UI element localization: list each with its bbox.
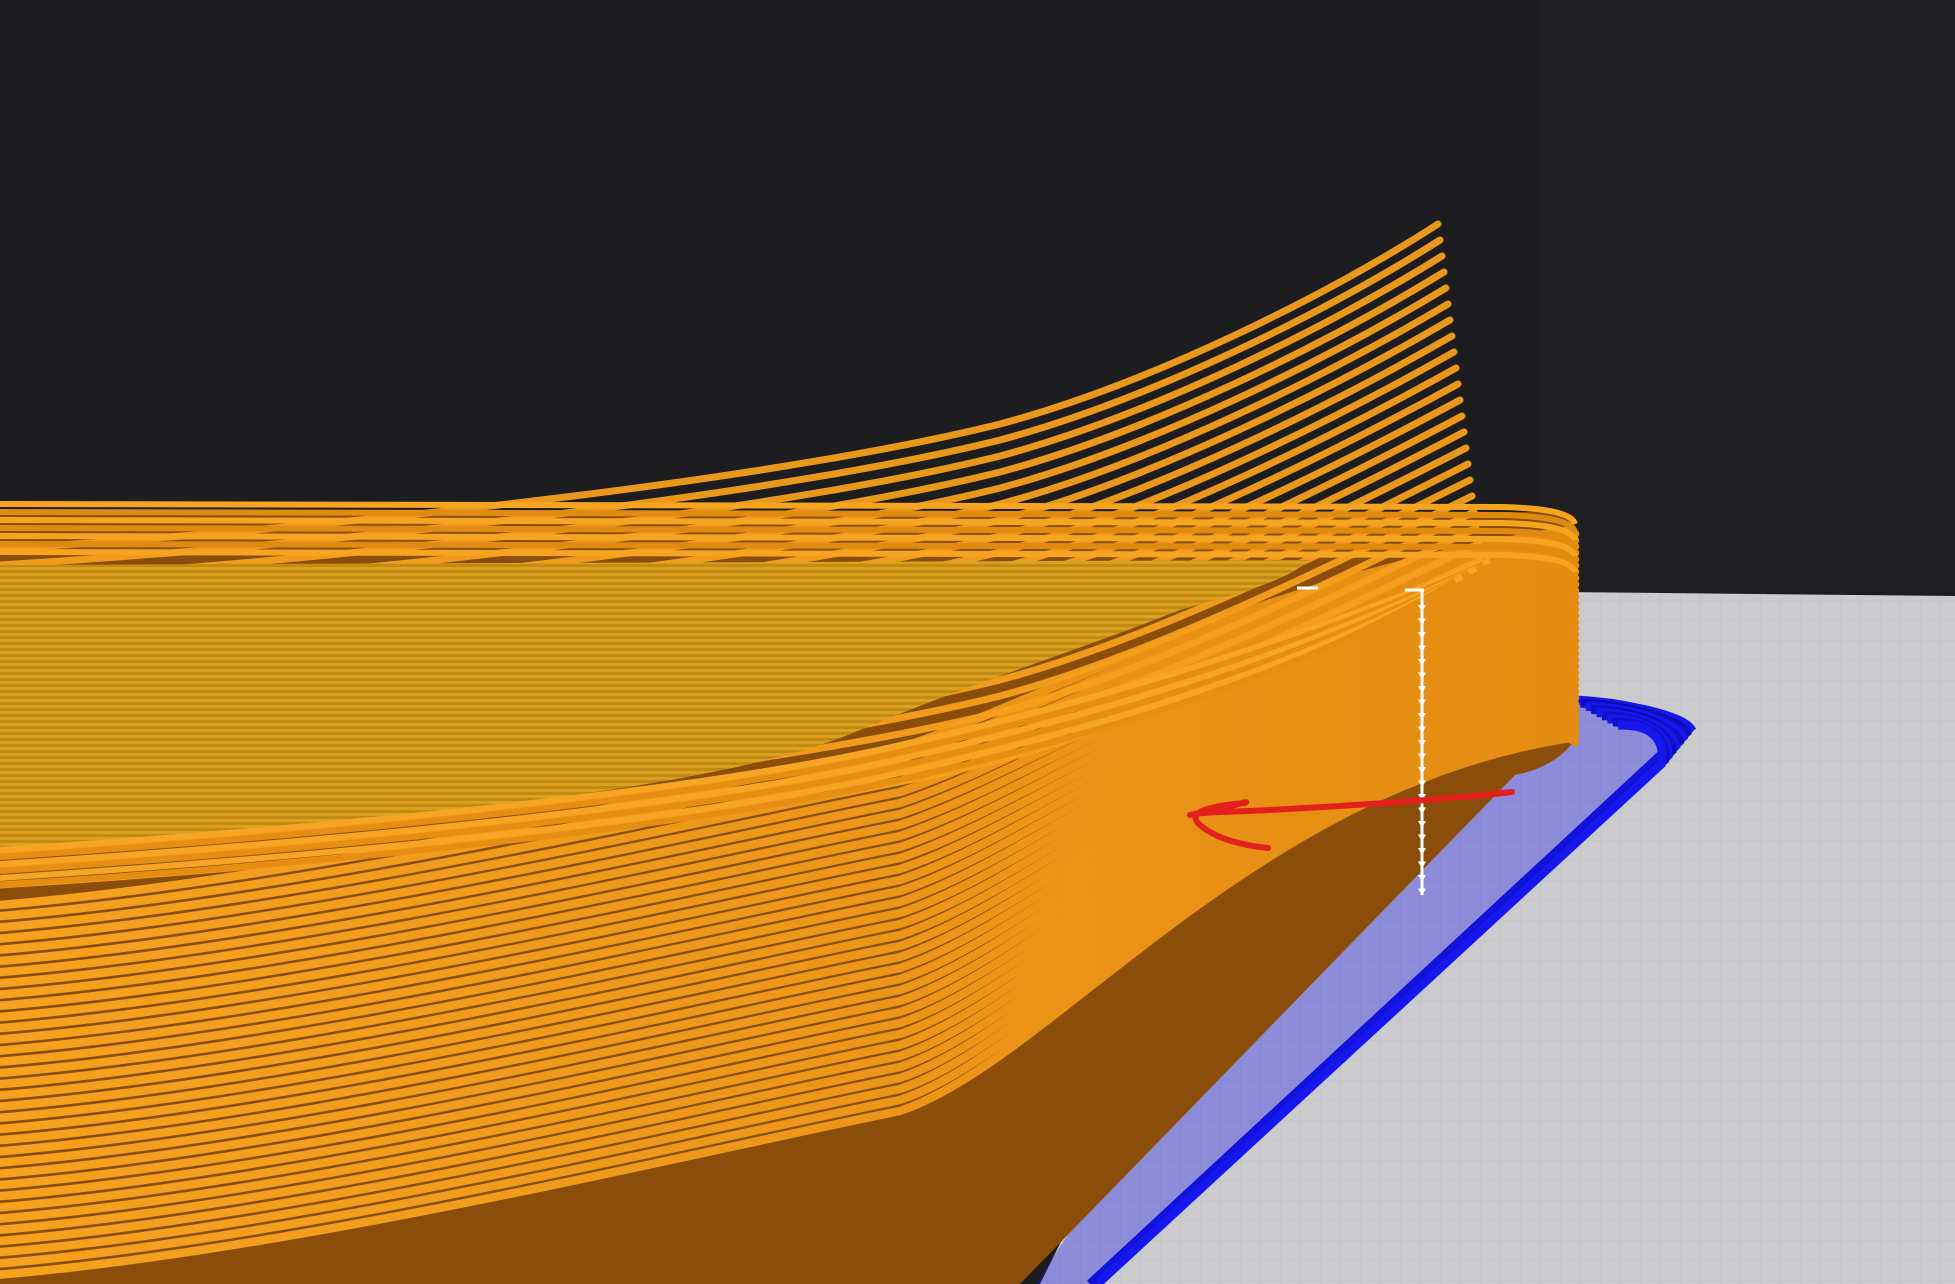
gcode-preview-scene[interactable] [0, 0, 1955, 1284]
layer-preview-viewport[interactable] [0, 0, 1955, 1284]
background-band [1540, 0, 1955, 590]
